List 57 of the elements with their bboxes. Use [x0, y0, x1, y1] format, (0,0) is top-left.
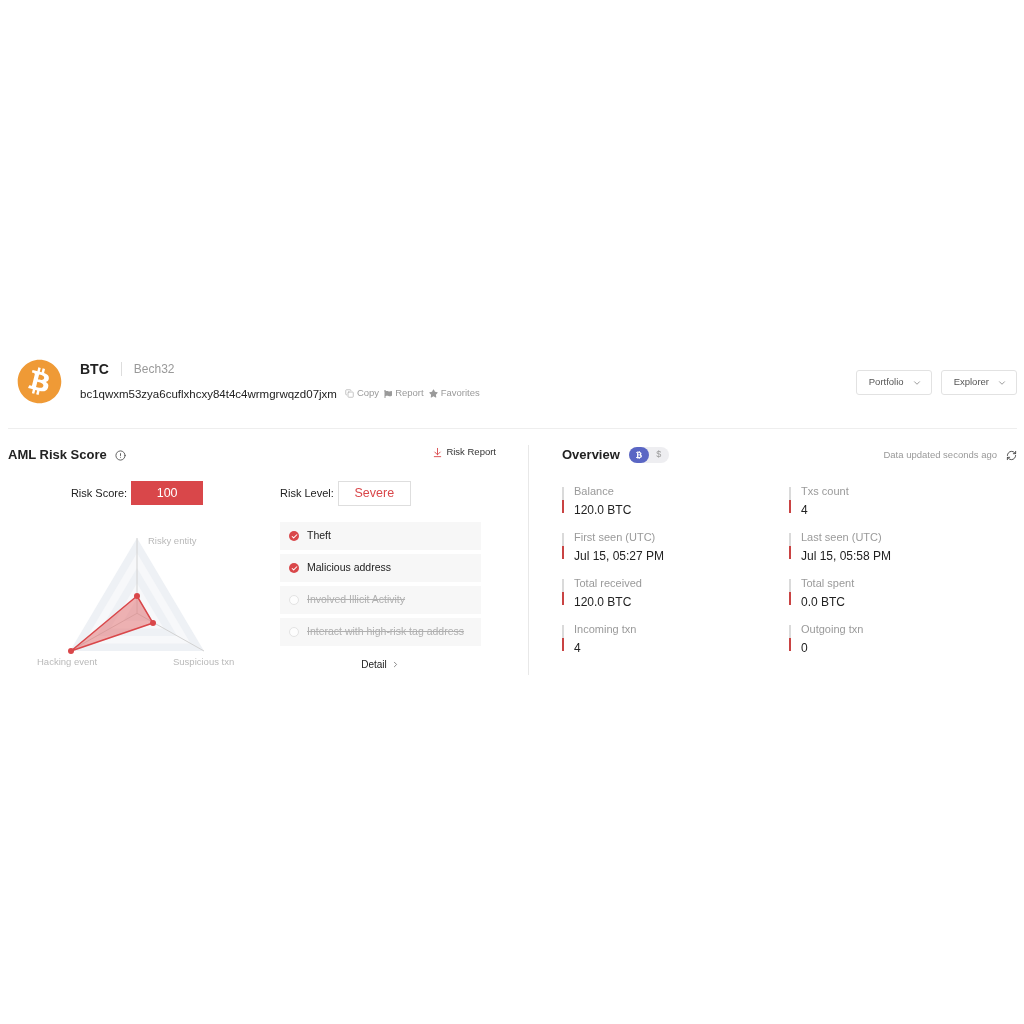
accent-bar — [562, 533, 564, 559]
stat-value: 4 — [574, 641, 582, 655]
stat-value: 0.0 BTC — [801, 595, 846, 609]
risk-level-label: Risk Level: — [280, 486, 334, 502]
stat-label: Last seen (UTC) — [801, 531, 883, 544]
detail-link[interactable]: Detail — [361, 657, 400, 672]
data-point — [134, 593, 140, 599]
risk-score-value: 100 — [131, 481, 204, 505]
risk-flag-label: Interact with high-risk tag address — [307, 624, 464, 640]
risk-flag-label: Theft — [307, 528, 331, 544]
accent-bar — [562, 625, 564, 651]
stat-value: 120.0 BTC — [574, 503, 632, 517]
data-point — [150, 620, 156, 626]
address-format: Bech32 — [133, 362, 175, 377]
dropdown-button[interactable]: Portfolio — [855, 370, 932, 395]
bitcoin-icon — [634, 451, 643, 459]
bitcoin-icon — [17, 358, 62, 404]
download-icon — [432, 446, 444, 458]
risk-report-link[interactable]: Risk Report — [432, 444, 496, 460]
stat-value: 4 — [801, 503, 809, 517]
accent-bar — [789, 533, 791, 559]
stat-label: Total received — [574, 577, 642, 590]
stat-label: Total spent — [801, 577, 855, 590]
risk-flag-label: Involved Illicit Activity — [307, 592, 406, 608]
star-icon — [428, 389, 438, 398]
coin-symbol: BTC — [80, 361, 109, 378]
refresh-icon[interactable] — [1006, 449, 1017, 461]
stat-label: Txs count — [801, 485, 849, 498]
accent-bar — [789, 579, 791, 605]
axis-label: Suspicious txn — [173, 656, 235, 668]
flag-icon — [384, 389, 393, 398]
copy-icon — [344, 389, 354, 398]
risk-level-value: Severe — [337, 481, 411, 506]
stat-label: Incoming txn — [574, 623, 637, 636]
stat-value: Jul 15, 05:58 PM — [801, 549, 892, 563]
accent-bar — [562, 487, 564, 513]
btc-toggle[interactable] — [628, 447, 649, 463]
section-title: Overview — [562, 446, 620, 465]
wallet-address: bc1qwxm53zya6cuflxhcxy84t4c4wrmgrwqzd07jxm — [80, 386, 337, 401]
stat-value: Jul 15, 05:27 PM — [574, 549, 665, 563]
axis-label: Hacking event — [37, 656, 98, 668]
accent-bar — [562, 579, 564, 605]
info-icon — [114, 449, 126, 461]
risk-score-label: Risk Score: — [70, 485, 128, 501]
stat-value: 120.0 BTC — [574, 595, 633, 609]
update-status: Data updated seconds ago — [883, 447, 997, 462]
stat-label: First seen (UTC) — [574, 531, 657, 544]
data-point — [68, 648, 74, 654]
stat-label: Balance — [574, 485, 615, 498]
risk-flag-label: Malicious address — [307, 560, 392, 576]
accent-bar — [789, 625, 791, 651]
stat-value: 0 — [801, 641, 809, 655]
dropdown-button[interactable]: Explorer — [940, 370, 1017, 395]
axis-label: Risky entity — [148, 535, 197, 547]
accent-bar — [789, 487, 791, 513]
section-title: AML Risk Score — [8, 446, 107, 465]
stat-label: Outgoing txn — [801, 623, 864, 636]
